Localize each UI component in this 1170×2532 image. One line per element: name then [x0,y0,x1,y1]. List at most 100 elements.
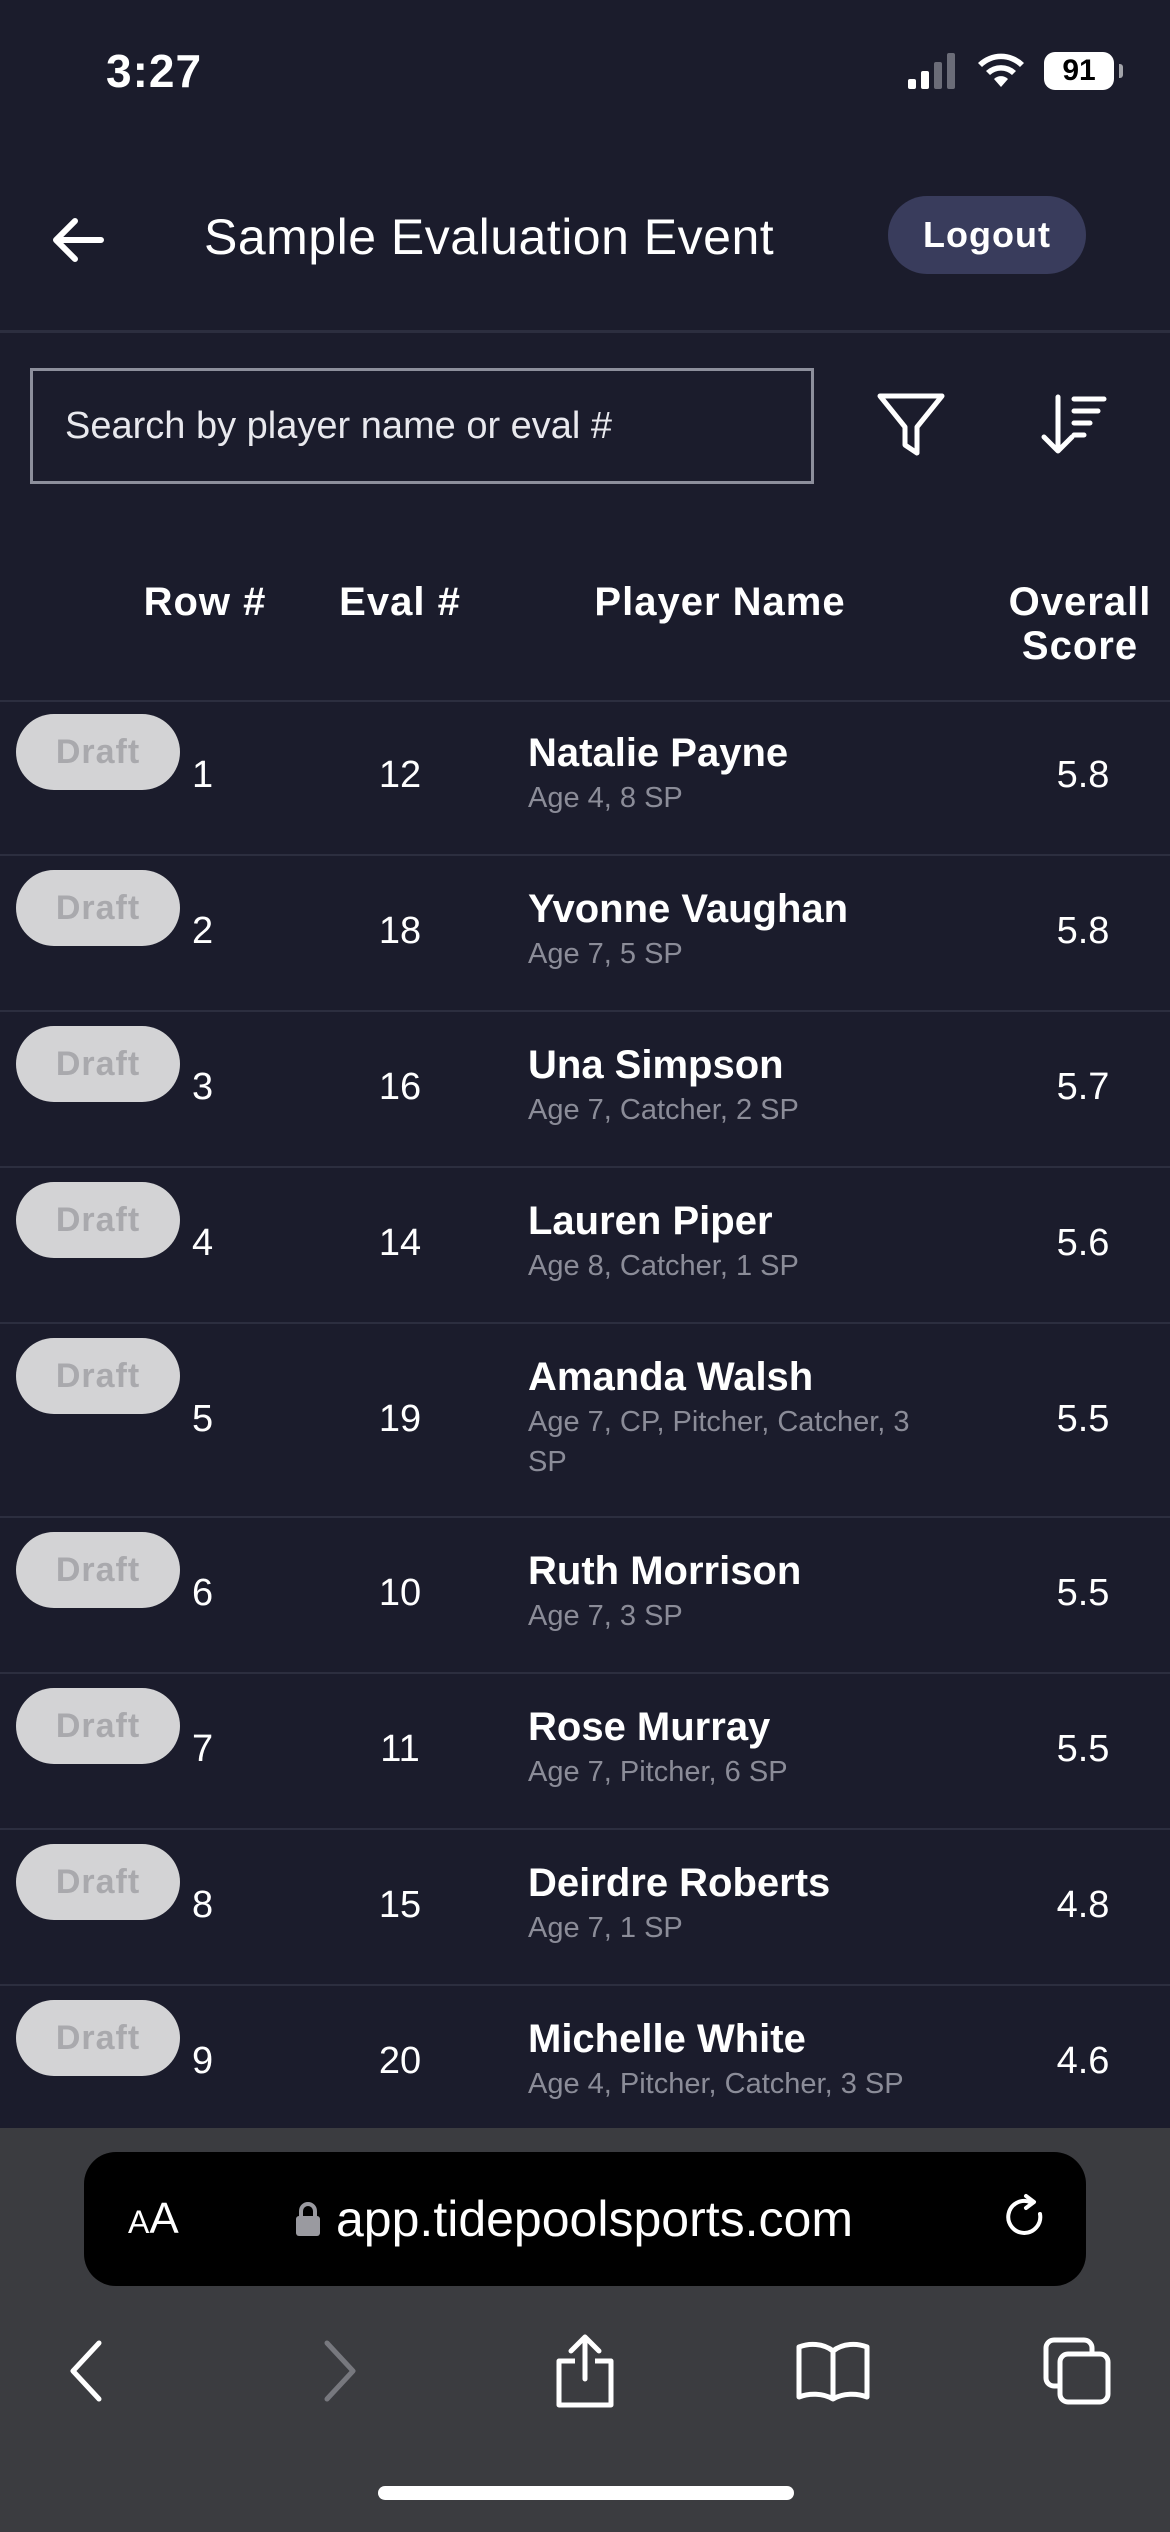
draft-button[interactable]: Draft [16,714,180,790]
reload-icon [1006,2193,1043,2235]
address-bar[interactable]: AA app.tidepoolsports.com [84,2152,1086,2286]
player-details: Age 7, Catcher, 2 SP [528,1094,799,1126]
draft-button[interactable]: Draft [16,2000,180,2076]
table-row[interactable]: Draft 2 18 Yvonne Vaughan Age 7, 5 SP 5.… [0,856,1170,1012]
draft-button[interactable]: Draft [16,1844,180,1920]
draft-button[interactable]: Draft [16,1532,180,1608]
overall-score: 5.5 [1056,1572,1110,1614]
draft-button[interactable]: Draft [16,1182,180,1258]
row-number: 6 [192,1572,214,1614]
column-header-player-name[interactable]: Player Name [560,580,880,624]
overall-score: 4.8 [1056,1884,1110,1926]
overall-score: 5.8 [1056,910,1110,952]
eval-number: 18 [378,910,422,952]
player-details: Age 4, 8 SP [528,782,683,814]
logout-button[interactable]: Logout [888,196,1086,274]
table-row[interactable]: Draft 3 16 Una Simpson Age 7, Catcher, 2… [0,1012,1170,1168]
column-header-eval[interactable]: Eval # [320,580,480,624]
status-bar: 3:27 91 [0,0,1170,150]
share-button[interactable] [540,2326,630,2416]
player-cell: Natalie Payne Age 4, 8 SP [528,730,968,818]
url-display[interactable]: app.tidepoolsports.com [294,2190,853,2248]
search-placeholder: Search by player name or eval # [65,404,613,447]
wifi-icon [978,53,1024,87]
sort-descending-icon [1041,394,1107,454]
player-name: Rose Murray [528,1705,771,1749]
overall-score: 4.6 [1056,2040,1110,2082]
row-number: 9 [192,2040,214,2082]
player-details: Age 7, 3 SP [528,1600,683,1632]
table-row[interactable]: Draft 9 20 Michelle White Age 4, Pitcher… [0,1986,1170,2142]
table-row[interactable]: Draft 4 14 Lauren Piper Age 8, Catcher, … [0,1168,1170,1324]
score-header-line1: Overall [1008,580,1152,624]
filter-icon [877,393,945,456]
row-number: 3 [192,1066,214,1108]
chevron-right-icon [324,2340,356,2402]
cellular-signal-icon [908,53,955,89]
player-name: Yvonne Vaughan [528,887,849,931]
table-header: Row # Eval # Player Name Overall Score [0,580,1170,702]
row-number: 5 [192,1398,214,1440]
row-number: 2 [192,910,214,952]
row-number: 4 [192,1222,214,1264]
browser-forward-button[interactable] [294,2326,384,2416]
browser-toolbar: AA app.tidepoolsports.com [0,2128,1170,2532]
player-name: Deirdre Roberts [528,1861,831,1905]
row-number: 1 [192,754,214,796]
back-button[interactable] [48,210,108,270]
tabs-button[interactable] [1032,2326,1122,2416]
battery-icon: 91 [1044,52,1123,90]
player-name: Lauren Piper [528,1199,773,1243]
eval-number: 19 [378,1398,422,1440]
player-details: Age 7, 1 SP [528,1912,683,1944]
share-icon [556,2334,614,2408]
player-table: Draft 1 12 Natalie Payne Age 4, 8 SP 5.8… [0,700,1170,2142]
status-time: 3:27 [106,45,203,97]
overall-score: 5.8 [1056,754,1110,796]
home-indicator[interactable] [378,2486,794,2500]
filter-button[interactable] [866,380,956,470]
column-header-overall-score[interactable]: Overall Score [990,580,1170,668]
eval-number: 12 [378,754,422,796]
player-details: Age 4, Pitcher, Catcher, 3 SP [528,2068,904,2100]
table-row[interactable]: Draft 7 11 Rose Murray Age 7, Pitcher, 6… [0,1674,1170,1830]
book-icon [796,2341,870,2402]
player-cell: Michelle White Age 4, Pitcher, Catcher, … [528,2016,968,2104]
table-row[interactable]: Draft 6 10 Ruth Morrison Age 7, 3 SP 5.5 [0,1518,1170,1674]
reload-button[interactable] [1000,2192,1050,2247]
table-row[interactable]: Draft 1 12 Natalie Payne Age 4, 8 SP 5.8 [0,700,1170,856]
column-header-row[interactable]: Row # [130,580,280,624]
player-name: Michelle White [528,2017,806,2061]
lock-icon [296,2202,320,2236]
player-name: Una Simpson [528,1043,784,1087]
draft-button[interactable]: Draft [16,1338,180,1414]
player-details: Age 7, 5 SP [528,938,683,970]
eval-number: 10 [378,1572,422,1614]
sort-button[interactable] [1028,380,1118,470]
player-name: Amanda Walsh [528,1355,814,1399]
draft-button[interactable]: Draft [16,1026,180,1102]
table-row[interactable]: Draft 8 15 Deirdre Roberts Age 7, 1 SP 4… [0,1830,1170,1986]
table-row[interactable]: Draft 5 19 Amanda Walsh Age 7, CP, Pitch… [0,1324,1170,1518]
bookmarks-button[interactable] [788,2326,878,2416]
page-title: Sample Evaluation Event [204,209,775,265]
player-details: Age 7, Pitcher, 6 SP [528,1756,788,1788]
draft-button[interactable]: Draft [16,870,180,946]
app-header: Sample Evaluation Event Logout [0,180,1170,333]
eval-number: 14 [378,1222,422,1264]
eval-number: 16 [378,1066,422,1108]
draft-button[interactable]: Draft [16,1688,180,1764]
reader-text-size-button[interactable]: AA [128,2194,179,2244]
overall-score: 5.5 [1056,1728,1110,1770]
player-cell: Amanda Walsh Age 7, CP, Pitcher, Catcher… [528,1354,968,1482]
overall-score: 5.5 [1056,1398,1110,1440]
row-number: 7 [192,1728,214,1770]
eval-number: 15 [378,1884,422,1926]
player-details: Age 8, Catcher, 1 SP [528,1250,799,1282]
browser-nav [0,2306,1170,2436]
eval-number: 11 [380,1728,420,1770]
browser-back-button[interactable] [42,2326,132,2416]
search-input[interactable]: Search by player name or eval # [30,368,814,484]
eval-number: 20 [378,2040,422,2082]
row-number: 8 [192,1884,214,1926]
